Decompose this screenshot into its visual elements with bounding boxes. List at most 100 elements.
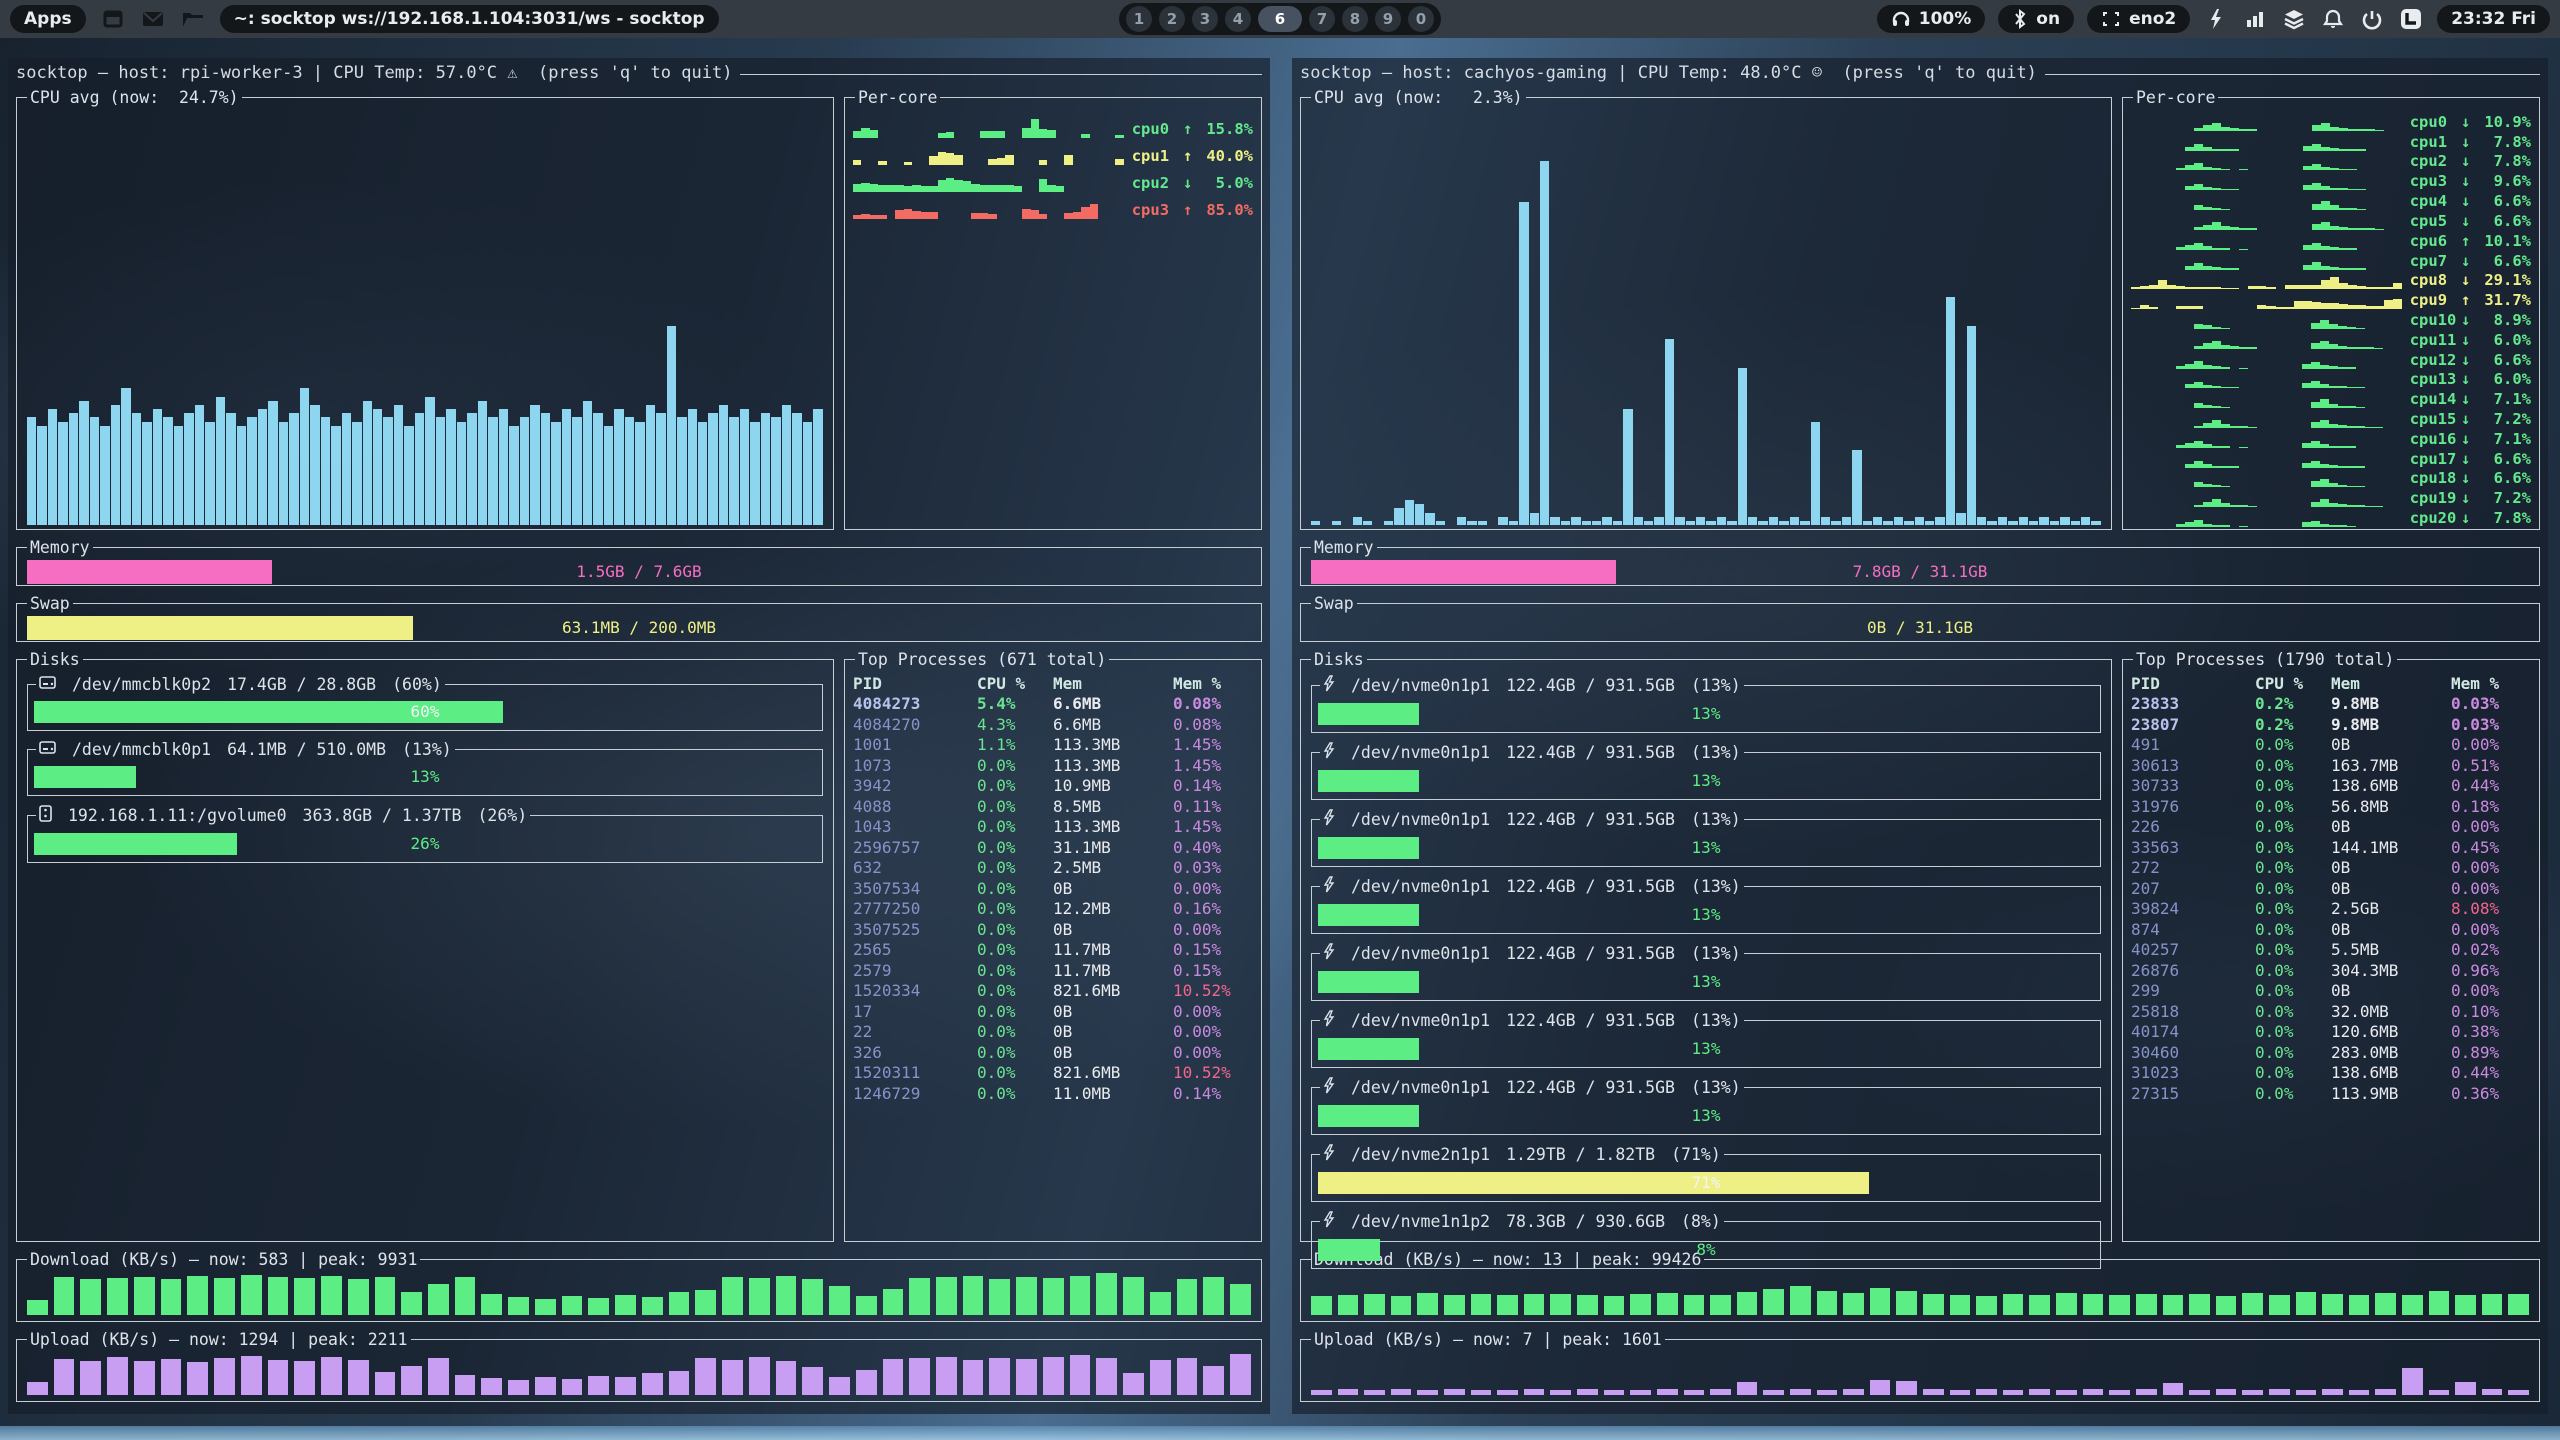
process-cell-memp: 0.00% [2451,735,2531,754]
chart-bar [1540,161,1549,525]
window-icon[interactable] [100,6,126,32]
process-column-header: Mem % [1173,674,1253,693]
bell-icon[interactable] [2320,6,2346,32]
workspace-button-9[interactable]: 9 [1375,6,1401,32]
spark-bar [861,183,869,192]
power-icon[interactable] [2359,6,2385,32]
signal-bars-icon[interactable] [2242,6,2268,32]
workspace-button-4[interactable]: 4 [1225,6,1251,32]
chart-bar [1684,1390,1705,1395]
spark-bar [963,181,971,192]
layers-icon[interactable] [2281,6,2307,32]
core-row-cpu0: cpu0↓10.9% [2131,111,2531,131]
disk-usage-percent: (13%) [1691,810,1741,829]
chart-bar [1364,1390,1385,1395]
process-cell-pid: 3507534 [853,879,977,898]
process-cell-mem: 56.8MB [2331,797,2451,816]
mail-icon[interactable] [140,6,166,32]
chart-bar [1364,1294,1385,1315]
process-row: 10730.0%113.3MB1.45% [853,755,1253,776]
core-label: cpu11↓6.0% [2410,331,2531,349]
core-row-cpu6: cpu6↑10.1% [2131,230,2531,250]
workspace-button-1[interactable]: 1 [1126,6,1152,32]
disk-bar-label: 8% [1318,1239,2094,1261]
disk-usage-percent: (13%) [1691,1078,1741,1097]
volume-label: 100% [1919,9,1972,29]
process-cell-pid: 17 [853,1002,977,1021]
chart-bar [1634,517,1643,525]
bolt-icon[interactable] [2203,6,2229,32]
top-processes-panel: Top Processes (1790 total) PIDCPU %MemMe… [2122,650,2540,1242]
chart-bar [509,426,518,525]
core-trend-arrow: ↑ [1178,120,1197,138]
title-rule [740,74,1262,75]
download-legend: Download (KB/s) — now: 583 | peak: 9931 [27,1250,420,1269]
process-cell-cpu: 0.2% [2255,694,2331,713]
core-trend-arrow: ↓ [2456,370,2475,388]
chart-bar [1769,517,1778,525]
core-trend-arrow: ↓ [2456,252,2475,270]
core-label: cpu3↑85.0% [1132,201,1253,219]
network-button[interactable]: eno2 [2087,5,2190,33]
process-cell-memp: 0.96% [2451,961,2531,980]
volume-button[interactable]: 100% [1877,5,1986,33]
chart-bar [588,1376,609,1395]
process-cell-mem: 0B [1053,920,1173,939]
workspace-button-2[interactable]: 2 [1159,6,1185,32]
chart-bar [2189,1390,2210,1395]
spark-bar [861,214,869,219]
workspace-button-8[interactable]: 8 [1342,6,1368,32]
chart-bar [258,409,267,525]
process-cell-mem: 2.5GB [2331,899,2451,918]
spark-bar [988,214,996,219]
core-trend-arrow: ↓ [2456,152,2475,170]
memory-legend: Memory [27,538,93,557]
process-column-header: PID [2131,674,2255,693]
chart-bar [1738,368,1747,525]
workspace-button-0[interactable]: 0 [1408,6,1434,32]
workspace-button-3[interactable]: 3 [1192,6,1218,32]
workspace-button-6[interactable]: 6 [1258,6,1302,32]
chart-bar [2296,1390,2317,1395]
disk-drive-icon [39,675,56,694]
core-usage-value: 7.8% [2475,509,2531,527]
chart-bar [331,426,340,525]
disk-usage-text: 64.1MB / 510.0MB [227,740,386,759]
chart-bar [2429,1390,2450,1395]
process-cell-memp: 0.08% [1173,694,1253,713]
spark-bar [2176,524,2185,527]
chart-bar [1758,521,1767,525]
bluetooth-button[interactable]: on [1998,5,2074,33]
chart-bar [1203,1277,1224,1315]
core-trend-arrow: ↑ [1178,201,1197,219]
core-usage-value: 15.8% [1197,120,1253,138]
process-cell-pid: 2579 [853,961,977,980]
core-label: cpu17↓6.6% [2410,450,2531,468]
disk-bar-label: 13% [1318,904,2094,926]
process-cell-mem: 304.3MB [2331,961,2451,980]
chart-bar [2109,1295,2130,1315]
core-sparkline [2131,212,2402,230]
process-cell-pid: 33563 [2131,838,2255,857]
chart-bar [268,1277,289,1315]
folder-icon[interactable] [180,6,206,32]
chart-bar [1150,1360,1171,1395]
terminal-window-cachyos-gaming[interactable]: socktop — host: cachyos-gaming | CPU Tem… [1292,58,2548,1414]
chart-bar [635,422,644,526]
top-bar: Apps ~: socktop ws://192.168.1.104:3031/… [0,0,2560,38]
chart-bar [1519,202,1528,525]
clock-button[interactable]: 23:32 Fri [2437,5,2550,33]
memory-panel: Memory 1.5GB / 7.6GB [16,538,1262,586]
terminal-title-button[interactable]: ~: socktop ws://192.168.1.104:3031/ws - … [220,5,719,33]
chart-bar [1790,1389,1811,1395]
chart-bar [1497,1295,1518,1315]
process-cell-memp: 0.44% [2451,1063,2531,1082]
terminal-window-rpi-worker-3[interactable]: socktop — host: rpi-worker-3 | CPU Temp:… [8,58,1270,1414]
layout-logo-icon[interactable] [2398,6,2424,32]
chart-bar [279,422,288,526]
apps-button[interactable]: Apps [10,5,86,33]
chart-bar [1070,1355,1091,1395]
disk-usage-bar: 13% [1318,703,2094,725]
process-cell-memp: 0.08% [1173,715,1253,734]
workspace-button-7[interactable]: 7 [1309,6,1335,32]
